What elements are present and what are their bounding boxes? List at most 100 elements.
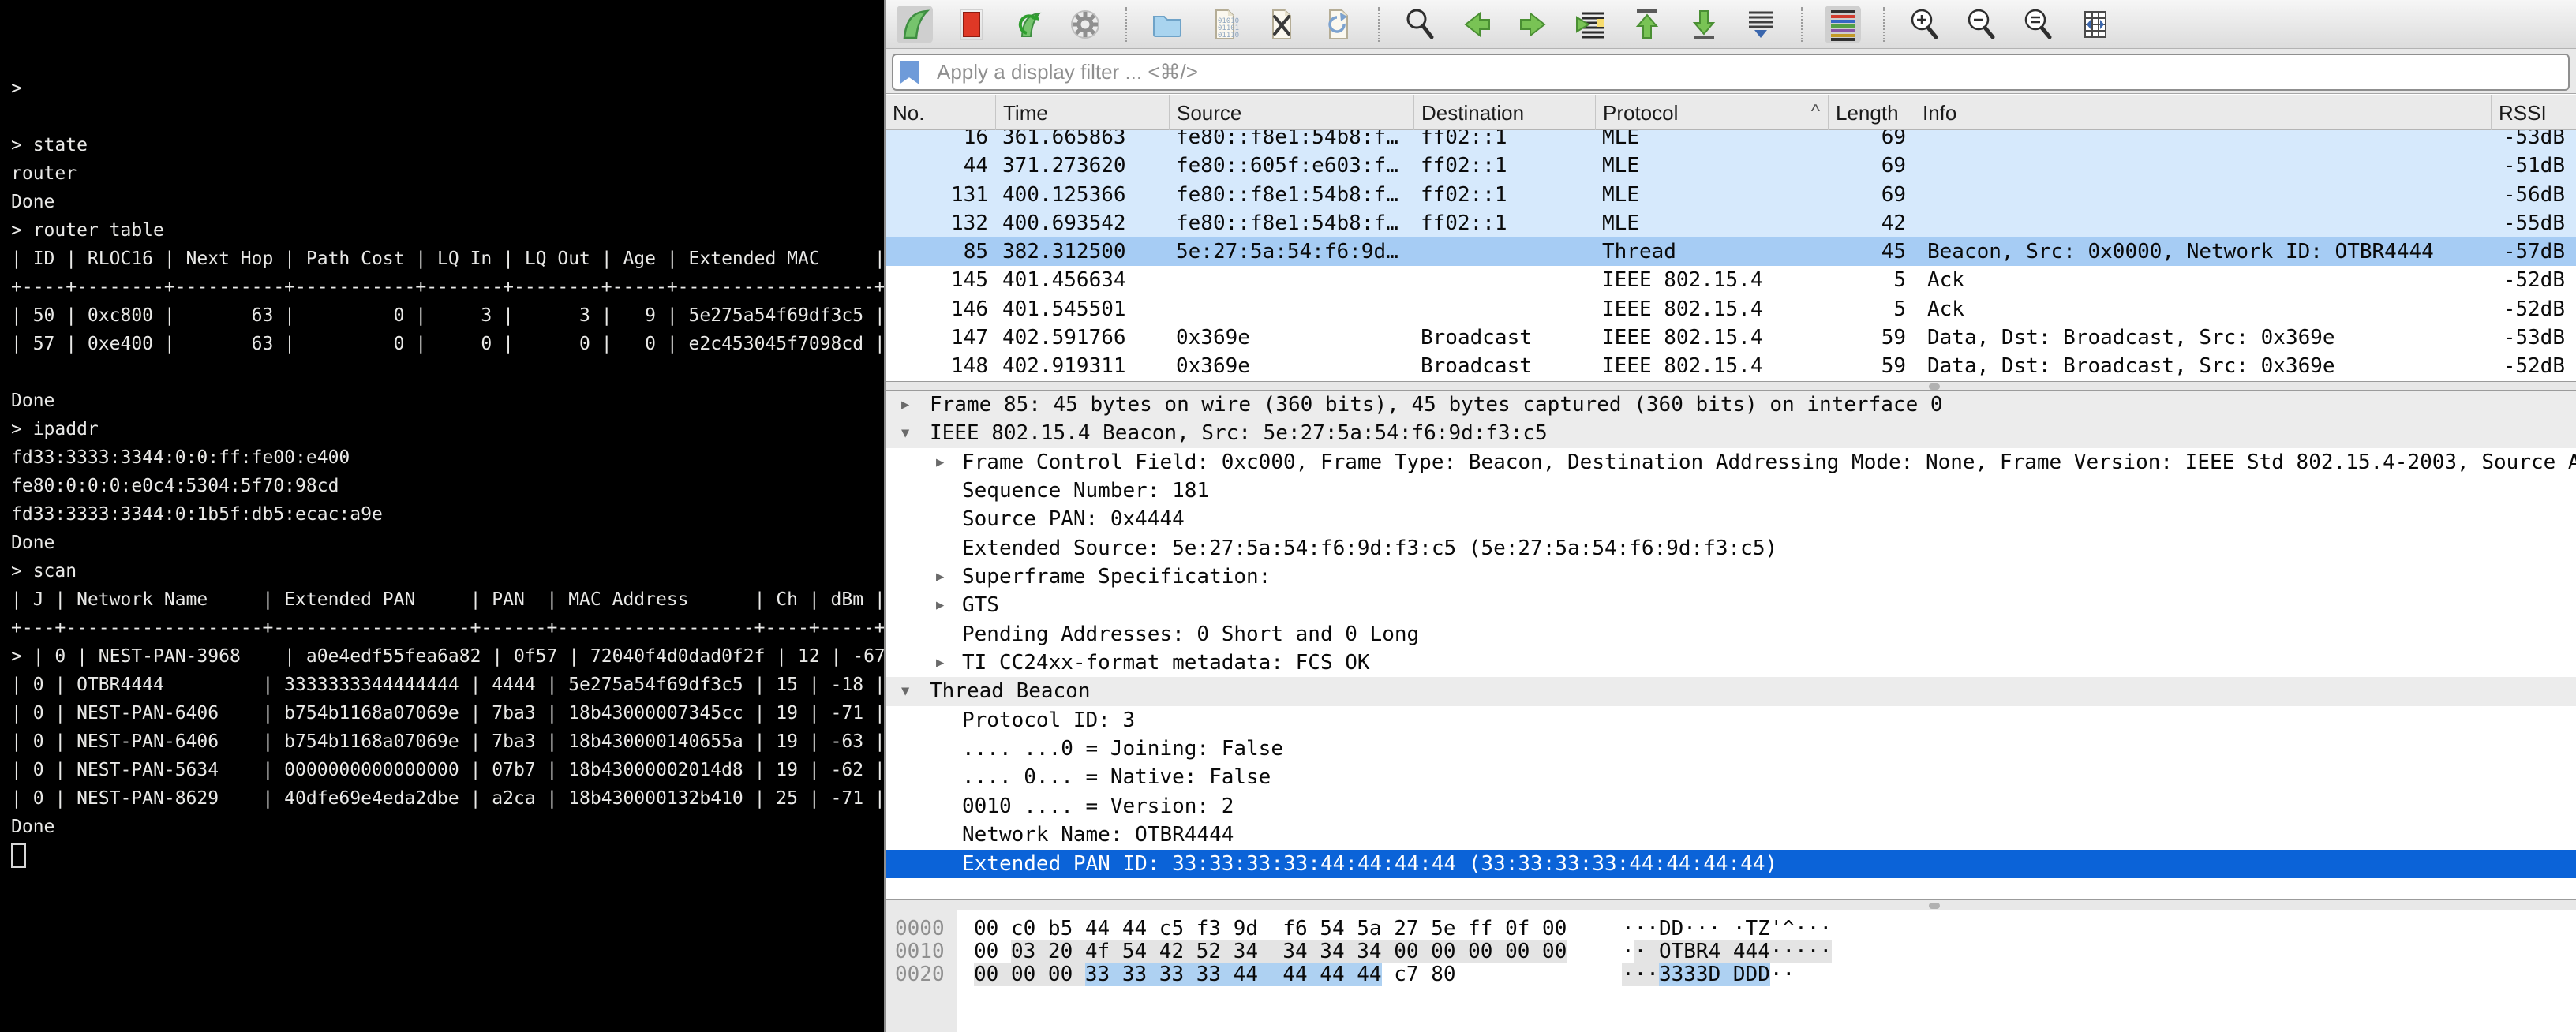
detail-row[interactable]: ▶GTS (886, 591, 2576, 619)
column-header-rssi[interactable]: RSSI (2492, 95, 2576, 130)
splitter-grip[interactable] (1929, 383, 1940, 390)
resize-columns-icon (2077, 6, 2114, 43)
hex-ascii[interactable]: ···DD··· ·TZ'^··· (1622, 918, 1832, 940)
packet-row[interactable]: 147402.5917660x369eBroadcastIEEE 802.15.… (886, 323, 2576, 352)
expanded-arrow-icon[interactable]: ▼ (901, 677, 909, 705)
hex-row[interactable]: 0000 00 c0 b5 44 44 c5 f3 9d f6 54 5a 27 … (886, 918, 2576, 940)
detail-row[interactable]: Network Name: OTBR4444 (886, 821, 2576, 849)
hex-bytes[interactable]: 00 00 00 33 33 33 33 44 44 44 44 c7 80 (974, 963, 1456, 986)
terminal-line: router (11, 159, 884, 188)
hex-dump-pane: 0000 00 c0 b5 44 44 c5 f3 9d f6 54 5a 27 … (886, 910, 2576, 1032)
detail-row[interactable]: ▼ IEEE 802.15.4 Beacon, Src: 5e:27:5a:54:… (886, 419, 2576, 447)
resize-columns-button[interactable] (2077, 6, 2114, 43)
packet-row[interactable]: 148402.9193110x369eBroadcastIEEE 802.15.… (886, 352, 2576, 380)
main-toolbar: 010100110101110 (886, 0, 2576, 49)
detail-row[interactable]: ▶TI CC24xx-format metadata: FCS OK (886, 649, 2576, 677)
hex-row[interactable]: 002000 00 00 33 33 33 33 44 44 44 44 c7 … (886, 963, 2576, 986)
detail-text: Extended PAN ID: 33:33:33:33:44:44:44:44… (962, 850, 1777, 878)
restart-capture-icon (1010, 6, 1046, 43)
packet-info: Data, Dst: Broadcast, Src: 0x369e (1927, 354, 2488, 378)
detail-row[interactable]: Source PAN: 0x4444 (886, 505, 2576, 533)
packet-length: 42 (1829, 211, 1906, 235)
detail-row[interactable]: ▼Thread Beacon (886, 677, 2576, 705)
detail-row[interactable]: Protocol ID: 3 (886, 706, 2576, 735)
zoom-in-button[interactable] (1907, 6, 1943, 43)
packet-row[interactable]: 131400.125366fe80::f8e1:54b8:f…ff02::1ML… (886, 181, 2576, 209)
hex-ascii[interactable]: ···3333D DDD·· (1622, 963, 1795, 986)
display-filter-input[interactable]: Apply a display filter ... <⌘/> (892, 54, 2570, 91)
detail-row[interactable]: .... 0... = Native: False (886, 763, 2576, 791)
filter-bookmark-icon[interactable] (900, 61, 919, 84)
detail-row[interactable]: ▶ Frame 85: 45 bytes on wire (360 bits), … (886, 391, 2576, 419)
go-first-packet-button[interactable] (1629, 6, 1665, 43)
reload-file-button[interactable] (1320, 6, 1356, 43)
auto-scroll-button[interactable] (1743, 6, 1779, 43)
go-next-packet-button[interactable] (1515, 6, 1552, 43)
packet-no: 132 (886, 211, 988, 235)
collapsed-arrow-icon[interactable]: ▶ (901, 391, 909, 419)
restart-capture-button[interactable] (1010, 6, 1046, 43)
packet-row[interactable]: 44371.273620fe80::605f:e603:f…ff02::1MLE… (886, 151, 2576, 180)
packet-row[interactable]: 132400.693542fe80::f8e1:54b8:f…ff02::1ML… (886, 209, 2576, 237)
packet-row[interactable]: 16361.665863fe80::f8e1:54b8:f…ff02::1MLE… (886, 130, 2576, 151)
packet-detail-tree: ▶ Frame 85: 45 bytes on wire (360 bits), … (886, 391, 2576, 899)
detail-row[interactable]: Sequence Number: 181 (886, 477, 2576, 505)
detail-row[interactable]: ▶Frame Control Field: 0xc000, Frame Type… (886, 448, 2576, 477)
packet-no: 145 (886, 268, 988, 292)
packet-row[interactable]: 85382.3125005e:27:5a:54:f6:9d…Thread45Be… (886, 237, 2576, 266)
packet-time: 400.125366 (1002, 183, 1168, 207)
find-packet-button[interactable] (1402, 6, 1438, 43)
save-file-button[interactable]: 010100110101110 (1206, 6, 1242, 43)
column-header-time[interactable]: Time (996, 95, 1170, 130)
start-capture-button[interactable] (897, 6, 933, 43)
detail-row[interactable]: Extended Source: 5e:27:5a:54:f6:9d:f3:c5… (886, 534, 2576, 563)
detail-hex-splitter[interactable] (886, 899, 2576, 910)
collapsed-arrow-icon[interactable]: ▶ (936, 591, 944, 619)
column-header-protocol[interactable]: Protocol^ (1596, 95, 1829, 130)
hex-bytes[interactable]: 00 c0 b5 44 44 c5 f3 9d f6 54 5a 27 5e f… (974, 918, 1567, 940)
detail-row[interactable]: 0010 .... = Version: 2 (886, 792, 2576, 821)
column-header-info[interactable]: Info (1915, 95, 2492, 130)
go-to-packet-button[interactable] (1572, 6, 1608, 43)
detail-text: .... 0... = Native: False (962, 763, 1271, 791)
splitter-grip[interactable] (1929, 903, 1940, 909)
close-file-button[interactable] (1263, 6, 1299, 43)
terminal-line: > (11, 74, 884, 103)
open-file-button[interactable] (1149, 6, 1185, 43)
collapsed-arrow-icon[interactable]: ▶ (936, 649, 944, 677)
column-header-length[interactable]: Length (1829, 95, 1915, 130)
collapsed-arrow-icon[interactable]: ▶ (936, 563, 944, 591)
zoom-out-button[interactable] (1964, 6, 2000, 43)
go-last-packet-button[interactable] (1686, 6, 1722, 43)
terminal-output: >> staterouterDone> router table| ID | R… (11, 74, 884, 869)
detail-row[interactable]: Extended PAN ID: 33:33:33:33:44:44:44:44… (886, 850, 2576, 878)
toolbar-separator (1801, 7, 1803, 42)
hex-rows: 0000 00 c0 b5 44 44 c5 f3 9d f6 54 5a 27 … (886, 918, 2576, 986)
colorize-packets-button[interactable] (1825, 6, 1861, 43)
collapsed-arrow-icon[interactable]: ▶ (936, 448, 944, 477)
packet-row[interactable]: 145401.456634IEEE 802.15.45Ack-52dB (886, 266, 2576, 294)
hex-row[interactable]: 001000 03 20 4f 54 42 52 34 34 34 34 00 … (886, 940, 2576, 963)
packet-detail-splitter[interactable] (886, 381, 2576, 391)
capture-options-button[interactable] (1067, 6, 1103, 43)
column-header-destination[interactable]: Destination (1414, 95, 1596, 130)
detail-text: IEEE 802.15.4 Beacon, Src: 5e:27:5a:54:f… (930, 419, 1548, 447)
terminal[interactable]: >> staterouterDone> router table| ID | R… (0, 0, 884, 1032)
zoom-original-button[interactable] (2020, 6, 2057, 43)
hex-offset: 0000 (895, 918, 945, 940)
column-header-no[interactable]: No. (886, 95, 996, 130)
detail-text: Frame 85: 45 bytes on wire (360 bits), 4… (930, 391, 1943, 419)
hex-bytes[interactable]: 00 03 20 4f 54 42 52 34 34 34 34 00 00 0… (974, 940, 1567, 963)
stop-capture-button[interactable] (953, 6, 990, 43)
detail-row[interactable]: .... ...0 = Joining: False (886, 735, 2576, 763)
packet-row[interactable]: 146401.545501IEEE 802.15.45Ack-52dB (886, 295, 2576, 323)
terminal-cursor (11, 843, 26, 868)
go-previous-packet-button[interactable] (1458, 6, 1495, 43)
hex-ascii[interactable]: ·· OTBR4 444····· (1622, 940, 1832, 963)
packet-length: 69 (1829, 130, 1906, 149)
expanded-arrow-icon[interactable]: ▼ (901, 419, 909, 447)
column-header-source[interactable]: Source (1170, 95, 1414, 130)
detail-row[interactable]: Pending Addresses: 0 Short and 0 Long (886, 620, 2576, 649)
zoom-original-icon (2020, 6, 2057, 43)
detail-row[interactable]: ▶Superframe Specification: (886, 563, 2576, 591)
